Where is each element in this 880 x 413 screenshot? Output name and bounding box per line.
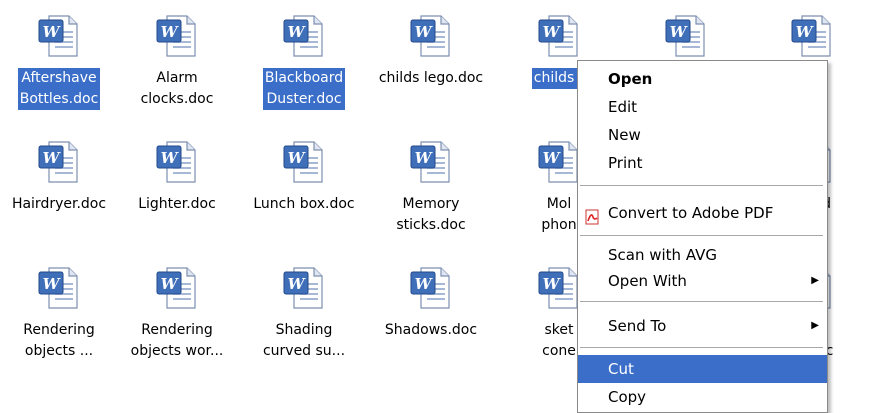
file-item[interactable]: W Alarm clocks.doc [118,0,236,126]
menu-separator [580,347,823,348]
file-label: Aftershave Bottles.doc [17,68,101,110]
menu-item-label: Copy [608,388,647,406]
file-item[interactable]: W Hairdryer.doc [0,126,118,252]
file-label: Rendering objects ... [23,322,95,359]
word-document-icon: W [153,264,201,312]
menu-item-label: New [608,126,641,144]
menu-item-edit[interactable]: Edit [578,93,827,121]
menu-item-open[interactable]: Open [578,65,827,93]
menu-item-send-to[interactable]: Send To ▶ [578,312,827,340]
svg-text:W: W [288,149,307,167]
file-label: Memory sticks.doc [396,196,466,233]
word-document-icon: W [535,264,583,312]
svg-text:W: W [43,149,62,167]
word-document-icon: W [280,138,328,186]
svg-text:W: W [43,275,62,293]
file-label: Shading curved su... [262,322,346,359]
menu-separator [580,185,823,186]
file-item[interactable]: W Shadows.doc [372,252,490,378]
svg-text:W: W [415,23,434,41]
svg-text:W: W [670,23,689,41]
word-document-icon: W [280,264,328,312]
word-document-icon: W [535,138,583,186]
svg-text:W: W [43,23,62,41]
word-document-icon: W [407,138,455,186]
pdf-icon [584,206,600,234]
menu-item-label: Edit [608,98,638,116]
menu-item-label: Scan with AVG [608,246,718,264]
file-label: Lighter.doc [138,196,216,212]
word-document-icon: W [280,12,328,60]
menu-item-new[interactable]: New [578,121,827,149]
menu-separator [580,301,823,302]
svg-text:W: W [415,149,434,167]
context-menu: Open Edit New Print Convert to Adobe PDF… [577,60,828,413]
menu-item-label: Open With [608,272,687,290]
file-item[interactable]: W Rendering objects wor... [118,252,236,378]
menu-item-open-with[interactable]: Open With ▶ [578,267,827,295]
menu-item-label: Cut [608,360,634,378]
svg-text:W: W [288,23,307,41]
file-label: Mol phon [541,196,577,233]
file-item[interactable]: W Blackboard Duster.doc [245,0,363,126]
word-document-icon: W [153,12,201,60]
svg-text:W: W [415,275,434,293]
file-label: Alarm clocks.doc [140,70,214,107]
word-document-icon: W [407,264,455,312]
menu-item-label: Send To [608,317,667,335]
menu-item-label: Convert to Adobe PDF [608,204,774,222]
word-document-icon: W [407,12,455,60]
file-label: Rendering objects wor... [130,322,224,359]
svg-text:W: W [796,23,815,41]
menu-item-convert-pdf[interactable]: Convert to Adobe PDF [578,199,827,227]
word-document-icon: W [35,264,83,312]
svg-text:W: W [288,275,307,293]
submenu-arrow-icon: ▶ [811,320,819,331]
word-document-icon: W [35,138,83,186]
file-label: Shadows.doc [384,322,478,338]
menu-item-print[interactable]: Print [578,149,827,177]
word-document-icon: W [35,12,83,60]
file-item[interactable]: W Shading curved su... [245,252,363,378]
svg-text:W: W [543,149,562,167]
file-label: Blackboard Duster.doc [262,68,346,110]
word-document-icon: W [535,12,583,60]
file-item[interactable]: W Lunch box.doc [245,126,363,252]
menu-separator [580,235,823,236]
file-item[interactable]: W Lighter.doc [118,126,236,252]
file-item[interactable]: W Aftershave Bottles.doc [0,0,118,126]
svg-text:W: W [543,275,562,293]
file-item[interactable]: W Rendering objects ... [0,252,118,378]
file-label: Hairdryer.doc [11,196,107,212]
svg-text:W: W [161,149,180,167]
word-document-icon: W [788,12,836,60]
menu-item-cut[interactable]: Cut [578,355,827,383]
submenu-arrow-icon: ▶ [811,275,819,286]
svg-text:W: W [161,23,180,41]
file-item[interactable]: Wchilds lego.doc [372,0,490,126]
file-label: Lunch box.doc [253,196,355,212]
menu-item-scan-avg[interactable]: Scan with AVG [578,241,827,269]
file-label: sket cone [542,322,576,359]
file-label: childs lego.doc [378,70,484,86]
svg-text:W: W [161,275,180,293]
menu-item-label: Open [608,70,653,88]
file-item[interactable]: W Memory sticks.doc [372,126,490,252]
word-document-icon: W [662,12,710,60]
word-document-icon: W [153,138,201,186]
svg-text:W: W [543,23,562,41]
menu-item-label: Print [608,154,643,172]
menu-item-copy[interactable]: Copy [578,383,827,411]
